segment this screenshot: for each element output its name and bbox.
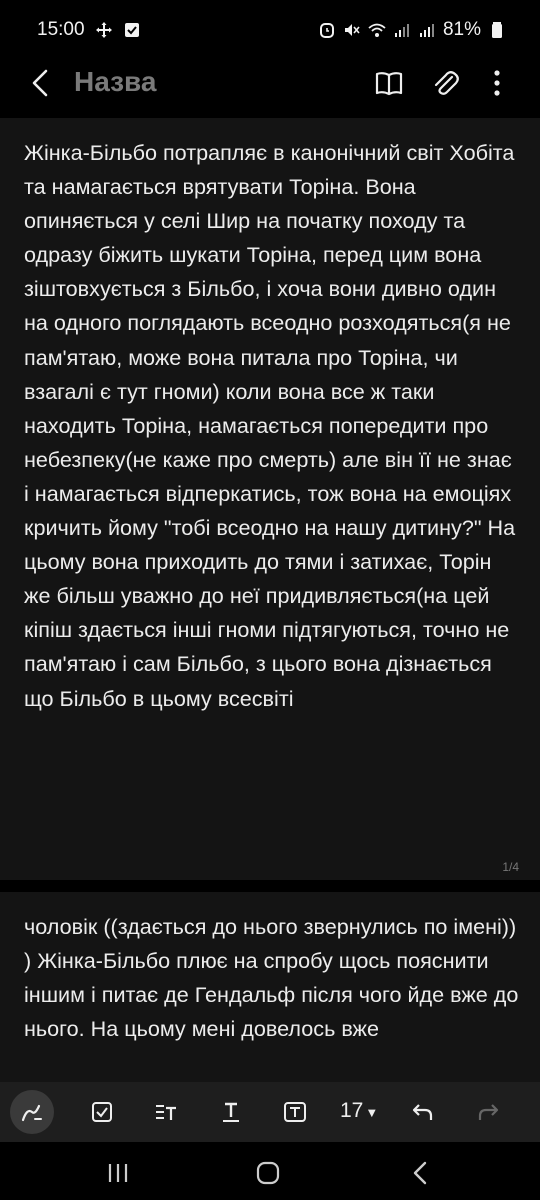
- clock: 15:00: [37, 19, 85, 40]
- checklist-button[interactable]: [80, 1090, 124, 1134]
- text-box-button[interactable]: [273, 1090, 317, 1134]
- signal-icon: [393, 21, 411, 39]
- back-icon: [413, 1161, 427, 1185]
- mute-icon: [343, 21, 361, 39]
- recents-icon: [108, 1164, 128, 1182]
- text-style-icon: [156, 1105, 176, 1120]
- text-format-button[interactable]: [209, 1090, 253, 1134]
- home-button[interactable]: [251, 1156, 285, 1190]
- battery-percent: 81%: [442, 19, 481, 40]
- more-icon: [494, 70, 500, 96]
- undo-icon: [412, 1104, 433, 1120]
- back-nav-button[interactable]: [404, 1156, 438, 1190]
- font-size-selector[interactable]: 17 ▼: [340, 1099, 378, 1123]
- status-bar: 15:00 81%: [0, 0, 540, 58]
- note-page-1[interactable]: Жінка-Більбо потрапляє в канонічний світ…: [0, 118, 540, 880]
- text-style-button[interactable]: [144, 1090, 188, 1134]
- recents-button[interactable]: [101, 1156, 135, 1190]
- pen-icon: [21, 1104, 42, 1122]
- more-options-button[interactable]: [480, 66, 514, 100]
- note-body-text[interactable]: Жінка-Більбо потрапляє в канонічний світ…: [24, 136, 520, 716]
- note-body-text[interactable]: чоловік ((здається до нього звернулись п…: [24, 910, 520, 1046]
- paperclip-icon: [434, 71, 459, 95]
- note-page-2[interactable]: чоловік ((здається до нього звернулись п…: [0, 892, 540, 1082]
- signal-icon: [418, 21, 436, 39]
- checkbox-icon: [123, 21, 141, 39]
- move-icon: [95, 21, 113, 39]
- caret-down-icon: ▼: [365, 1105, 379, 1120]
- redo-button[interactable]: [466, 1090, 510, 1134]
- status-left: 15:00: [37, 19, 141, 41]
- undo-button[interactable]: [401, 1090, 445, 1134]
- alarm-icon: [318, 21, 336, 39]
- pen-mode-button[interactable]: [10, 1090, 54, 1134]
- attach-button[interactable]: [428, 66, 462, 100]
- checkbox-icon: [92, 1102, 112, 1122]
- text-underline-icon: [223, 1102, 239, 1122]
- back-button[interactable]: [24, 66, 58, 100]
- top-app-bar: Назва: [0, 58, 540, 108]
- text-box-icon: [284, 1102, 306, 1122]
- wifi-icon: [368, 21, 386, 39]
- page-counter: 1/4: [502, 860, 519, 874]
- battery-icon: [488, 21, 506, 39]
- note-title[interactable]: Назва: [74, 66, 156, 98]
- chevron-left-icon: [32, 69, 48, 97]
- status-right: 81%: [318, 19, 506, 41]
- system-navigation-bar: [0, 1142, 540, 1200]
- redo-icon: [478, 1104, 499, 1120]
- book-icon: [375, 72, 403, 96]
- font-size-value: 17: [340, 1099, 364, 1122]
- edit-toolbar: 17 ▼: [0, 1082, 540, 1142]
- reading-mode-button[interactable]: [372, 66, 406, 100]
- home-icon: [256, 1161, 280, 1185]
